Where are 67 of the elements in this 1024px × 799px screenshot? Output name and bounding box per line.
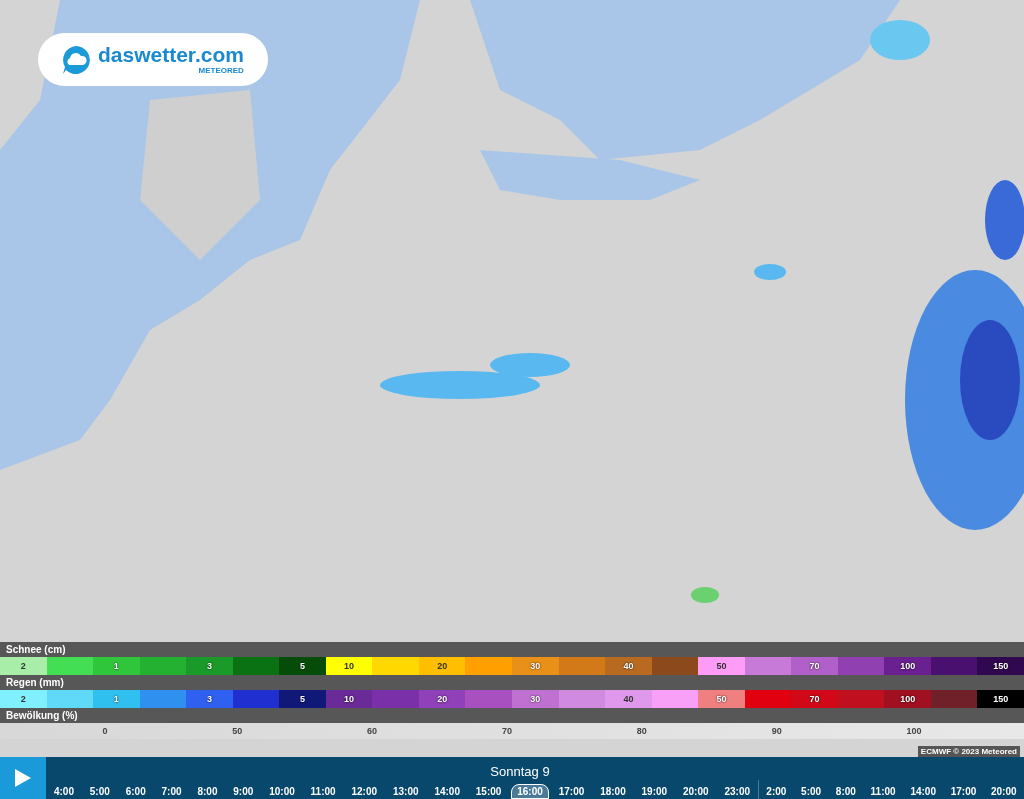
logo-tagline: METEORED (198, 66, 244, 75)
color-swatch: 150 (977, 690, 1024, 708)
hour-button[interactable]: 19:00 (635, 784, 674, 799)
color-swatch: 40 (605, 657, 652, 675)
hour-button[interactable]: 17:00 (944, 784, 983, 799)
hour-button[interactable]: 15:00 (469, 784, 508, 799)
color-swatch: 30 (512, 657, 559, 675)
scale-tick-label: 100 (906, 726, 922, 736)
color-swatch: 20 (418, 657, 466, 675)
legend-title: Bewölkung (%) (6, 710, 78, 721)
hour-button[interactable]: 10:00 (263, 784, 301, 799)
color-swatch: 150 (977, 657, 1024, 675)
scale-tick-label: 60 (367, 726, 378, 736)
color-swatch: 5 (279, 657, 326, 675)
color-swatch: 3 (186, 690, 233, 708)
hour-button[interactable]: 8:00 (191, 784, 224, 799)
hour-button[interactable]: 20:00 (985, 784, 1023, 799)
color-swatch: 50 (698, 690, 745, 708)
hour-button[interactable]: 5:00 (795, 784, 828, 799)
hour-button[interactable]: 14:00 (428, 784, 466, 799)
color-swatch: 100 (884, 690, 931, 708)
hour-button[interactable]: 11:00 (864, 784, 902, 799)
hour-button[interactable]: 5:00 (83, 784, 116, 799)
legend-title: Schnee (cm) (6, 644, 66, 655)
logo-wordmark: daswetter.com (98, 44, 244, 66)
hour-button[interactable]: 9:00 (227, 784, 260, 799)
scale-tick-label: 80 (636, 726, 647, 736)
color-swatch: 40 (605, 690, 652, 708)
hour-button[interactable]: 7:00 (155, 784, 188, 799)
color-swatch: 3 (186, 657, 233, 675)
scale-tick-label: 90 (771, 726, 782, 736)
color-swatch: 50 (698, 657, 745, 675)
logo-badge[interactable]: daswetter.com METEORED (38, 33, 268, 86)
color-swatch: 100 (884, 657, 931, 675)
hour-button[interactable]: 6:00 (119, 784, 152, 799)
hour-button[interactable]: 2:00 (760, 784, 793, 799)
play-button[interactable] (0, 757, 46, 799)
cloud-bubble-icon (60, 43, 92, 76)
color-swatch: 70 (791, 657, 838, 675)
copyright-text: ECMWF © 2023 Meteored (917, 746, 1020, 757)
hour-button[interactable]: 13:00 (386, 784, 425, 799)
color-swatch: 10 (325, 657, 373, 675)
play-icon (15, 769, 31, 787)
hour-button[interactable]: 14:00 (904, 784, 942, 799)
hour-button[interactable]: 12:00 (345, 784, 384, 799)
legend-title: Regen (mm) (6, 677, 64, 688)
color-swatch: 1 (93, 690, 140, 708)
hour-button[interactable]: 16:00 (511, 784, 549, 799)
hour-button[interactable]: 4:00 (47, 784, 80, 799)
color-swatch: 70 (791, 690, 838, 708)
hour-button[interactable]: 18:00 (594, 784, 632, 799)
color-swatch: 5 (279, 690, 326, 708)
scale-tick-label: 70 (501, 726, 512, 736)
day-label: Sonntag 9 (489, 763, 551, 780)
hour-button[interactable]: 23:00 (718, 784, 756, 799)
color-swatch: 2 (0, 690, 47, 708)
hour-button[interactable]: 11:00 (304, 784, 342, 799)
color-swatch: 1 (93, 657, 140, 675)
color-swatch: 10 (325, 690, 373, 708)
color-swatch: 30 (512, 690, 559, 708)
color-swatch: 2 (0, 657, 47, 675)
hour-button[interactable]: 17:00 (552, 784, 591, 799)
scale-tick-label: 0 (102, 726, 108, 736)
hour-button[interactable]: 8:00 (829, 784, 862, 799)
scale-tick-label: 50 (232, 726, 243, 736)
hour-button[interactable]: 20:00 (677, 784, 715, 799)
color-swatch: 20 (418, 690, 466, 708)
